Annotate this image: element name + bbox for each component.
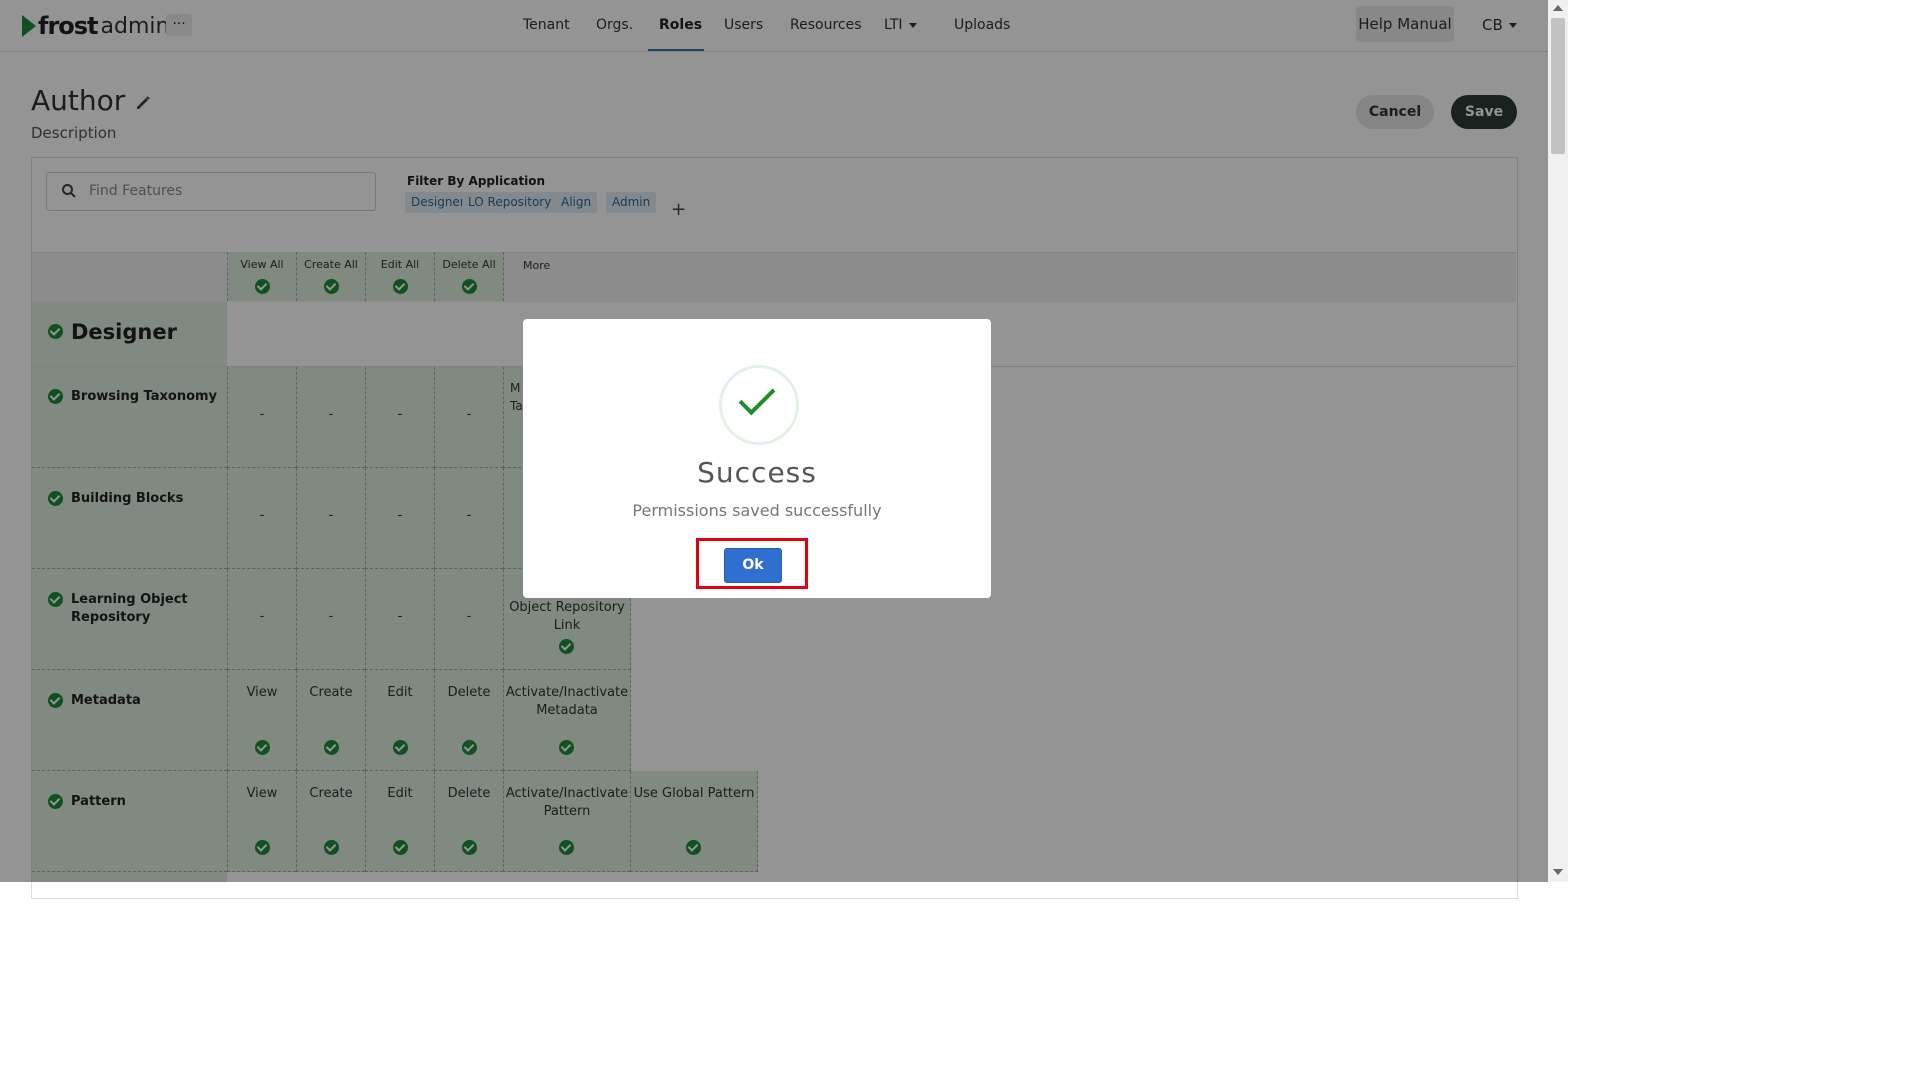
success-dialog: Success Permissions saved successfully O… — [523, 319, 991, 598]
dialog-title: Success — [697, 456, 817, 489]
success-check-icon — [719, 365, 799, 445]
dialog-message: Permissions saved successfully — [632, 501, 882, 520]
scroll-down-arrow-icon[interactable] — [1553, 869, 1563, 875]
page-scrollbar[interactable] — [1548, 0, 1568, 882]
checkmark-icon — [738, 378, 776, 416]
ok-button[interactable]: Ok — [724, 548, 782, 583]
scroll-up-arrow-icon[interactable] — [1553, 5, 1563, 11]
scroll-thumb[interactable] — [1551, 18, 1565, 154]
